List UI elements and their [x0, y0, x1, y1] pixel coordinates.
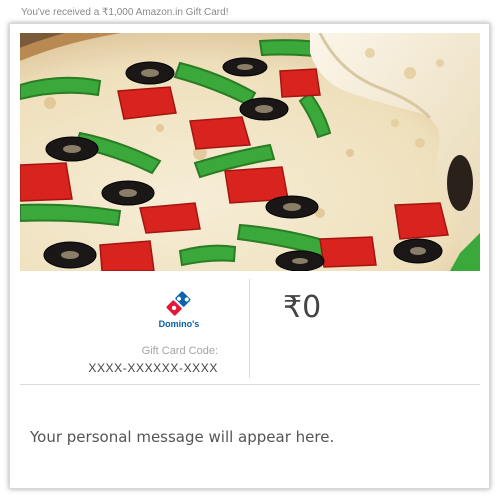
- dominos-logo: Domino's: [155, 288, 203, 334]
- vertical-divider: [249, 279, 250, 378]
- gift-card-page: You've received a ₹1,000 Amazon.in Gift …: [0, 0, 500, 500]
- personal-message: Your personal message will appear here.: [30, 428, 335, 446]
- gift-card-code-value: XXXX-XXXXXX-XXXX: [88, 361, 218, 375]
- gift-card: Domino's Gift Card Code: XXXX-XXXXXX-XXX…: [9, 23, 490, 489]
- dominos-logo-icon: [164, 289, 193, 318]
- logo-wordmark: Domino's: [158, 319, 200, 329]
- gift-notice-text: You've received a ₹1,000 Amazon.in Gift …: [21, 7, 229, 18]
- horizontal-divider: [20, 384, 480, 385]
- gift-card-amount: ₹0: [283, 290, 322, 325]
- pizza-illustration: [20, 33, 480, 271]
- pizza-photo: [20, 33, 480, 271]
- gift-card-code-label: Gift Card Code:: [141, 345, 218, 357]
